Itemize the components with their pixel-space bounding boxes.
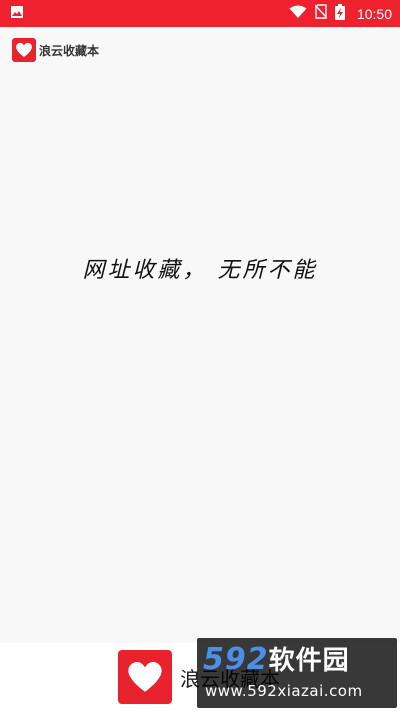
status-left (10, 4, 24, 23)
battery-charging-icon (334, 3, 345, 24)
slogan-text: 网址收藏， 无所不能 (82, 258, 318, 283)
watermark-brand-text: 软件园 (268, 646, 350, 676)
heart-icon (12, 38, 36, 62)
watermark-brand: 592软件园 (203, 640, 350, 677)
app-header: 浪云收藏本 (0, 27, 400, 73)
watermark-brand-number: 592 (203, 642, 269, 677)
no-sim-icon (314, 4, 328, 23)
wifi-icon (289, 4, 307, 23)
status-bar: 10:50 (0, 0, 400, 27)
heart-icon (118, 650, 172, 704)
image-notification-icon (10, 4, 24, 23)
watermark-overlay: 592软件园 www.592xiazai.com (197, 638, 397, 708)
status-right: 10:50 (289, 3, 392, 24)
app-title: 浪云收藏本 (39, 43, 100, 58)
status-time: 10:50 (356, 5, 392, 22)
watermark-url: www.592xiazai.com (205, 682, 363, 700)
